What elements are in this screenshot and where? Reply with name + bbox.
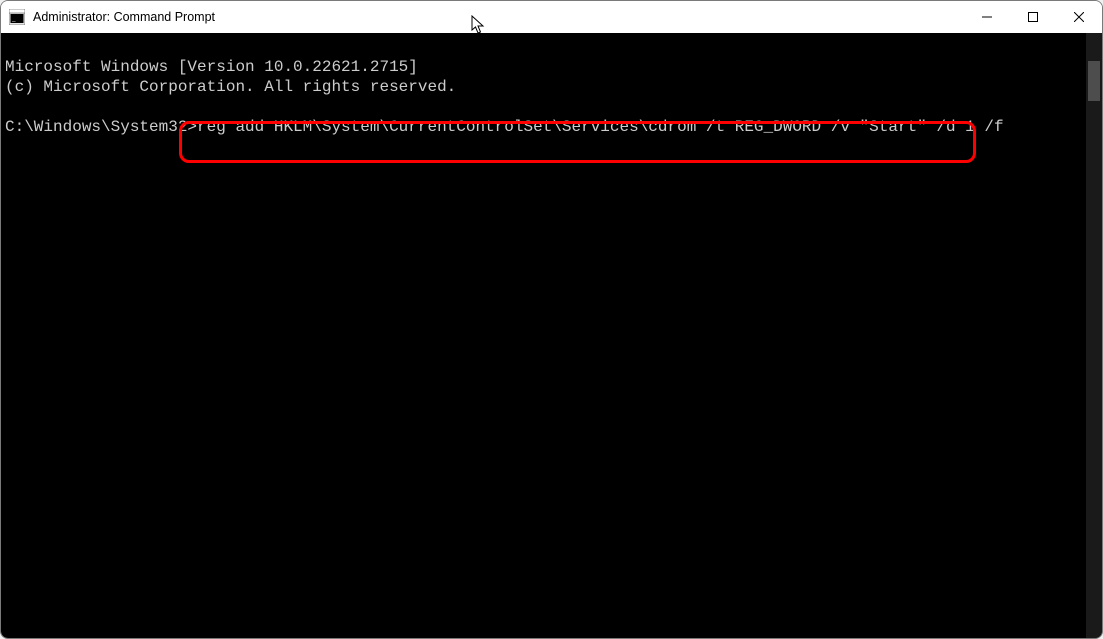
- output-line: (c) Microsoft Corporation. All rights re…: [5, 78, 456, 96]
- scrollbar-thumb[interactable]: [1088, 61, 1100, 101]
- terminal-client-area[interactable]: Microsoft Windows [Version 10.0.22621.27…: [1, 33, 1102, 638]
- prompt: C:\Windows\System32>: [5, 117, 197, 137]
- svg-text:_: _: [11, 15, 16, 23]
- window-title: Administrator: Command Prompt: [33, 10, 215, 24]
- minimize-button[interactable]: [964, 1, 1010, 33]
- output-line: Microsoft Windows [Version 10.0.22621.27…: [5, 58, 418, 76]
- window-controls: [964, 1, 1102, 33]
- terminal-output: Microsoft Windows [Version 10.0.22621.27…: [1, 33, 1086, 157]
- close-button[interactable]: [1056, 1, 1102, 33]
- maximize-button[interactable]: [1010, 1, 1056, 33]
- cmd-icon: _: [9, 9, 25, 25]
- vertical-scrollbar[interactable]: [1086, 33, 1102, 638]
- titlebar[interactable]: _ Administrator: Command Prompt: [1, 1, 1102, 33]
- command-prompt-window: _ Administrator: Command Prompt Microsof…: [0, 0, 1103, 639]
- command-input[interactable]: reg add HKLM\System\CurrentControlSet\Se…: [197, 117, 1004, 137]
